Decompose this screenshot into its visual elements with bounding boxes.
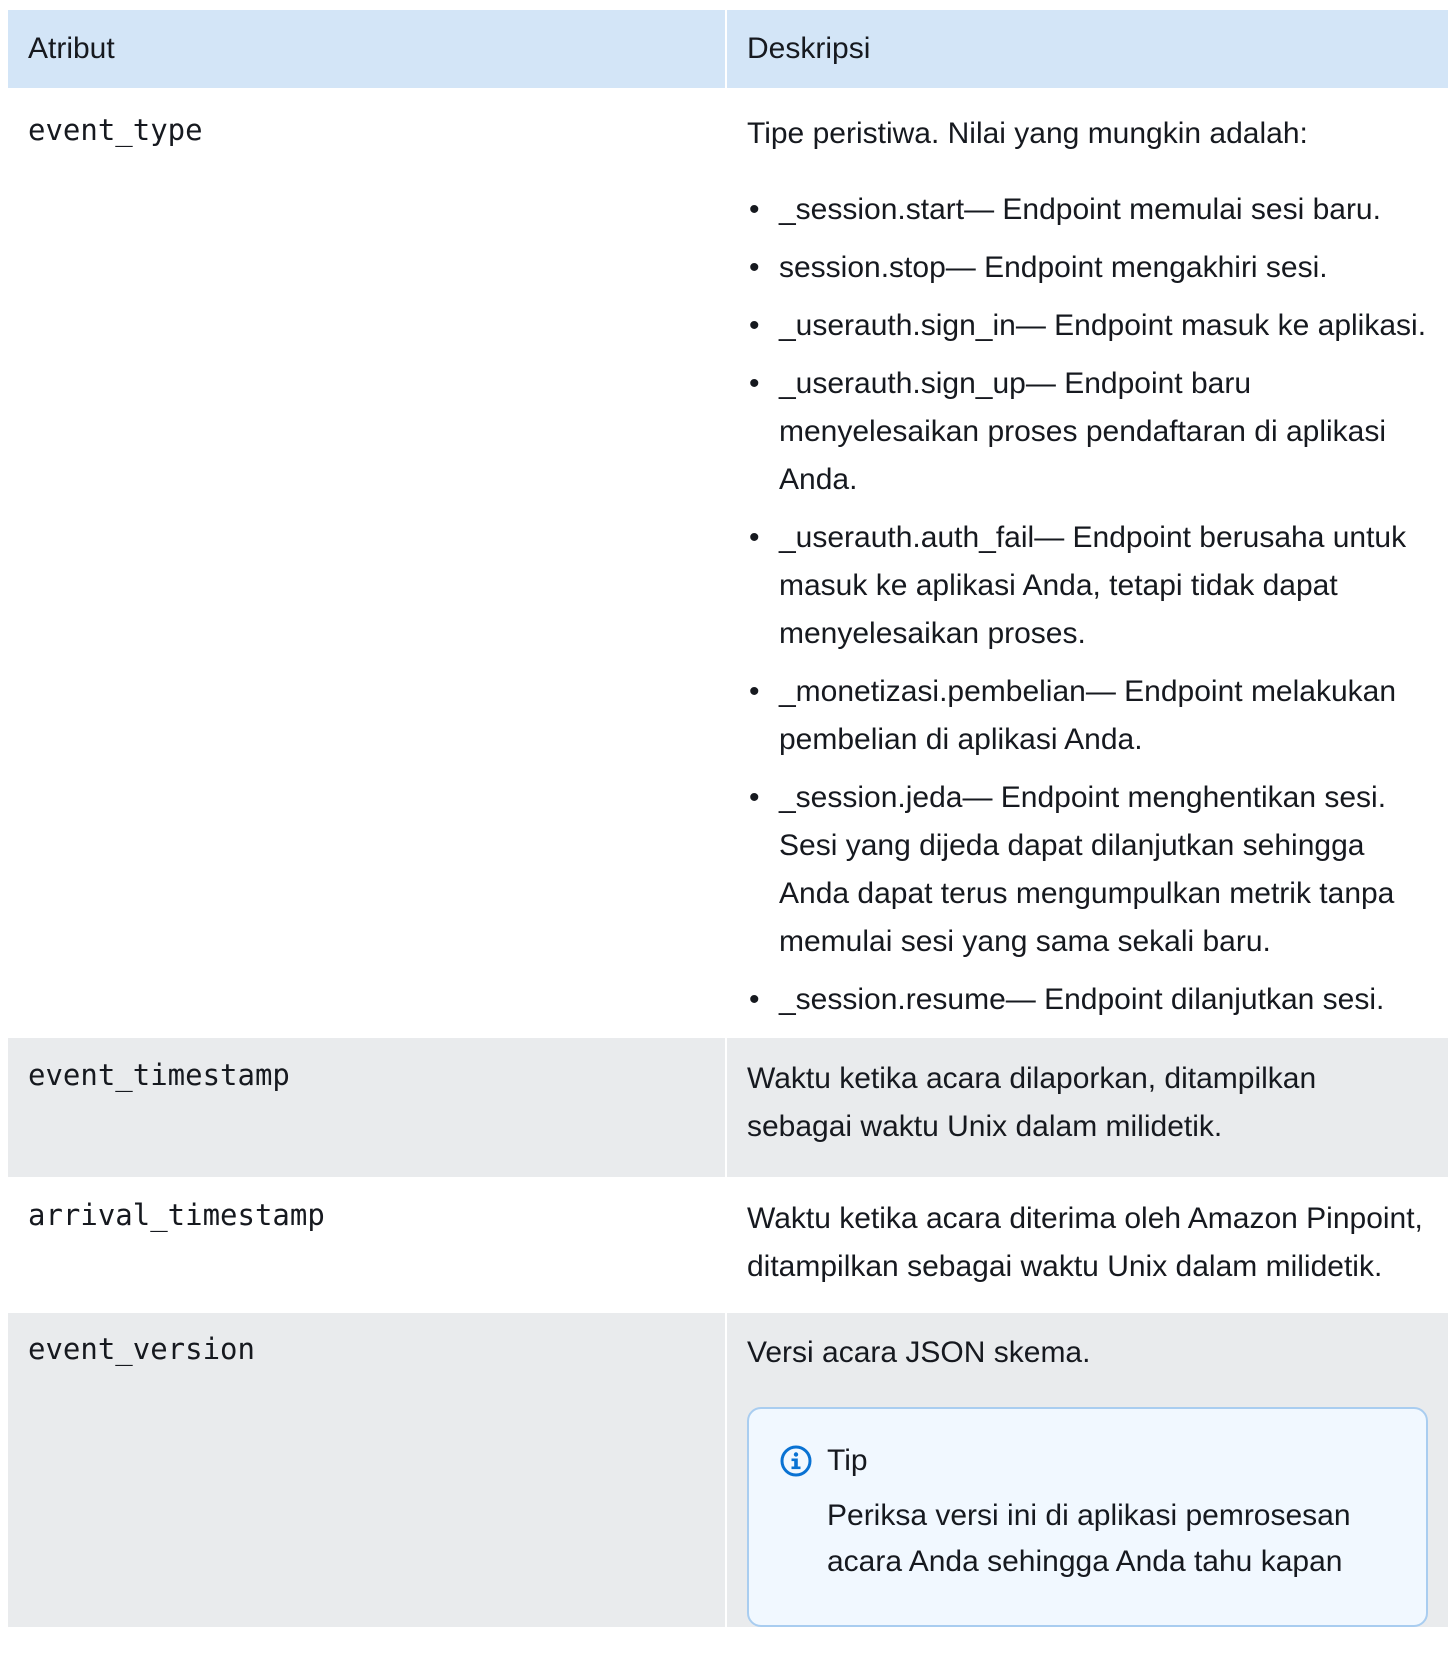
list-item: _userauth.auth_fail— Endpoint berusaha u… [747, 514, 1428, 658]
description-cell: Waktu ketika acara dilaporkan, ditampilk… [725, 1038, 1448, 1177]
description-cell: Tipe peristiwa. Nilai yang mungkin adala… [725, 88, 1448, 1038]
list-item: _userauth.sign_up— Endpoint baru menyele… [747, 360, 1428, 504]
attribute-name: arrival_timestamp [28, 1198, 325, 1232]
event-type-values-list: _session.start— Endpoint memulai sesi ba… [747, 186, 1428, 1024]
tip-title: Tip [827, 1444, 868, 1477]
description-cell: Waktu ketika acara diterima oleh Amazon … [725, 1177, 1448, 1313]
attribute-table-container: Atribut Deskripsi event_type Tipe perist… [8, 10, 1448, 1627]
header-attribute: Atribut [8, 10, 726, 88]
attribute-name: event_timestamp [28, 1058, 290, 1092]
attribute-cell: event_timestamp [8, 1038, 726, 1177]
table-row-event-timestamp: event_timestamp Waktu ketika acara dilap… [8, 1038, 1448, 1177]
tip-body: Periksa versi ini di aplikasi pemrosesan… [827, 1499, 1351, 1578]
list-item: _session.start— Endpoint memulai sesi ba… [747, 186, 1428, 234]
table-row-event-version: event_version Versi acara JSON skema. Ti… [8, 1313, 1448, 1627]
table-row-arrival-timestamp: arrival_timestamp Waktu ketika acara dit… [8, 1177, 1448, 1313]
list-item: _monetizasi.pembelian— Endpoint melakuka… [747, 668, 1428, 764]
list-item: _session.resume— Endpoint dilanjutkan se… [747, 976, 1428, 1024]
tip-header: Tip [779, 1437, 1396, 1485]
list-item: session.stop— Endpoint mengakhiri sesi. [747, 244, 1428, 292]
attribute-cell: arrival_timestamp [8, 1177, 726, 1313]
table-header-row: Atribut Deskripsi [8, 10, 1448, 88]
list-item: _userauth.sign_in— Endpoint masuk ke apl… [747, 302, 1428, 350]
list-item: _session.jeda— Endpoint menghentikan ses… [747, 774, 1428, 966]
attribute-name: event_type [28, 113, 203, 147]
attribute-name: event_version [28, 1332, 255, 1366]
description-intro: Tipe peristiwa. Nilai yang mungkin adala… [747, 117, 1308, 150]
description-cell: Versi acara JSON skema. Tip Periksa vers… [725, 1313, 1448, 1627]
attribute-cell: event_type [8, 88, 726, 1038]
attribute-cell: event_version [8, 1313, 726, 1627]
table-row-event-type: event_type Tipe peristiwa. Nilai yang mu… [8, 88, 1448, 1038]
info-icon [779, 1444, 813, 1478]
header-description: Deskripsi [725, 10, 1448, 88]
attribute-table: Atribut Deskripsi event_type Tipe perist… [8, 10, 1448, 1627]
tip-callout: Tip Periksa versi ini di aplikasi pemros… [747, 1407, 1428, 1627]
description-text: Versi acara JSON skema. [747, 1336, 1091, 1369]
